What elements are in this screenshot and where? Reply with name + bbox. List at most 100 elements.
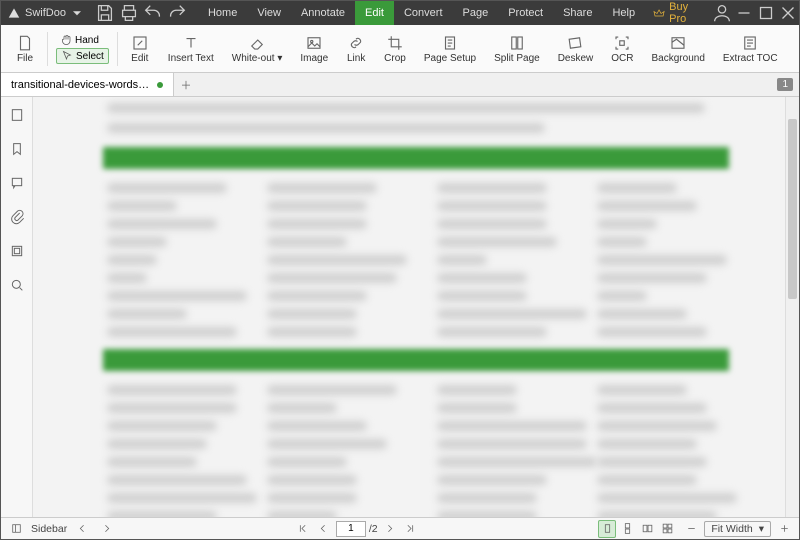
bookmarks-panel-button[interactable] [5, 137, 29, 161]
link-icon [347, 34, 365, 52]
buy-pro-label: Buy Pro [669, 1, 703, 25]
toolbar-label: File [17, 53, 33, 64]
redo-icon[interactable] [166, 3, 188, 23]
sidebar-label: Sidebar [31, 523, 67, 535]
modified-dot-icon [157, 82, 163, 88]
app-name: SwifDoo [25, 7, 66, 19]
crop-icon [386, 34, 404, 52]
deskew-tool[interactable]: Deskew [550, 27, 602, 71]
buy-pro-button[interactable]: Buy Pro [645, 1, 711, 25]
toolbar-label: Link [347, 53, 365, 64]
cursor-icon [61, 50, 73, 62]
chevron-down-icon: ▾ [759, 523, 764, 535]
hand-mode[interactable]: Hand [56, 33, 109, 47]
close-button[interactable] [777, 3, 799, 23]
new-tab-button[interactable]: ＋ [174, 73, 198, 96]
left-sidebar [1, 97, 33, 517]
attachments-panel-button[interactable] [5, 205, 29, 229]
maximize-button[interactable] [755, 3, 777, 23]
page-setup-icon [441, 34, 459, 52]
minimize-button[interactable] [733, 3, 755, 23]
toolbar-label: Deskew [558, 53, 594, 64]
ocr-icon [613, 34, 631, 52]
chevron-down-icon[interactable] [70, 6, 84, 20]
deskew-icon [566, 34, 584, 52]
first-page-button[interactable] [294, 520, 312, 538]
crop-tool[interactable]: Crop [376, 27, 414, 71]
page-setup-tool[interactable]: Page Setup [416, 27, 484, 71]
continuous-view[interactable] [618, 520, 636, 538]
forward-button[interactable] [97, 520, 115, 538]
hand-icon [60, 34, 72, 46]
search-panel-button[interactable] [5, 273, 29, 297]
split-page-tool[interactable]: Split Page [486, 27, 548, 71]
eraser-icon [248, 34, 266, 52]
current-page-input[interactable] [336, 521, 366, 537]
zoom-in-button[interactable] [775, 520, 793, 538]
print-icon[interactable] [118, 3, 140, 23]
annotations-panel-button[interactable] [5, 171, 29, 195]
scrollbar-thumb[interactable] [788, 119, 797, 299]
thumbnail-view[interactable] [658, 520, 676, 538]
mode-switch: Hand Select [52, 31, 113, 66]
status-bar: Sidebar /2 Fit Width▾ [1, 517, 799, 539]
menu-annotate[interactable]: Annotate [291, 1, 355, 25]
menu-convert[interactable]: Convert [394, 1, 453, 25]
file-icon [16, 34, 34, 52]
menu-view[interactable]: View [247, 1, 291, 25]
toolbar-label: Background [652, 53, 705, 64]
toolbar-label: Split Page [494, 53, 540, 64]
page-total: /2 [369, 523, 378, 535]
menu-protect[interactable]: Protect [498, 1, 553, 25]
single-page-view[interactable] [598, 520, 616, 538]
save-icon[interactable] [94, 3, 116, 23]
facing-view[interactable] [638, 520, 656, 538]
user-icon[interactable] [711, 3, 733, 23]
menu-page[interactable]: Page [453, 1, 499, 25]
edit-tool[interactable]: Edit [122, 27, 158, 71]
file-button[interactable]: File [7, 27, 43, 71]
toc-icon [741, 34, 759, 52]
page-content [67, 97, 765, 517]
zoom-controls: Fit Width▾ [682, 520, 793, 538]
link-tool[interactable]: Link [338, 27, 374, 71]
image-tool[interactable]: Image [292, 27, 336, 71]
menu-help[interactable]: Help [602, 1, 645, 25]
layers-panel-button[interactable] [5, 239, 29, 263]
menu-home[interactable]: Home [198, 1, 247, 25]
view-modes [598, 520, 676, 538]
last-page-button[interactable] [402, 520, 420, 538]
select-mode[interactable]: Select [56, 48, 109, 64]
sidebar-toggle[interactable] [7, 520, 25, 538]
edit-toolbar: File Hand Select Edit Insert Text White-… [1, 25, 799, 73]
work-area [1, 97, 799, 517]
app-window: SwifDoo Home View Annotate Edit Convert … [0, 0, 800, 540]
background-icon [669, 34, 687, 52]
insert-text-tool[interactable]: Insert Text [160, 27, 222, 71]
prev-page-button[interactable] [315, 520, 333, 538]
extract-toc-tool[interactable]: Extract TOC [715, 27, 786, 71]
image-icon [305, 34, 323, 52]
background-tool[interactable]: Background [644, 27, 713, 71]
next-page-button[interactable] [381, 520, 399, 538]
zoom-out-button[interactable] [682, 520, 700, 538]
back-button[interactable] [73, 520, 91, 538]
vertical-scrollbar[interactable] [785, 97, 799, 517]
white-out-tool[interactable]: White-out ▾ [224, 27, 291, 71]
text-icon [182, 34, 200, 52]
undo-icon[interactable] [142, 3, 164, 23]
thumbnails-panel-button[interactable] [5, 103, 29, 127]
window-controls [711, 3, 799, 23]
document-tabs: transitional-devices-words-an... ＋ 1 [1, 73, 799, 97]
toolbar-label: Crop [384, 53, 406, 64]
toolbar-label: Edit [131, 53, 148, 64]
pencil-box-icon [131, 34, 149, 52]
zoom-dropdown[interactable]: Fit Width▾ [704, 521, 771, 537]
document-tab[interactable]: transitional-devices-words-an... [1, 73, 174, 96]
menu-edit[interactable]: Edit [355, 1, 394, 25]
ocr-tool[interactable]: OCR [603, 27, 641, 71]
document-canvas[interactable] [33, 97, 785, 517]
crown-icon [653, 6, 665, 20]
menu-share[interactable]: Share [553, 1, 602, 25]
split-icon [508, 34, 526, 52]
